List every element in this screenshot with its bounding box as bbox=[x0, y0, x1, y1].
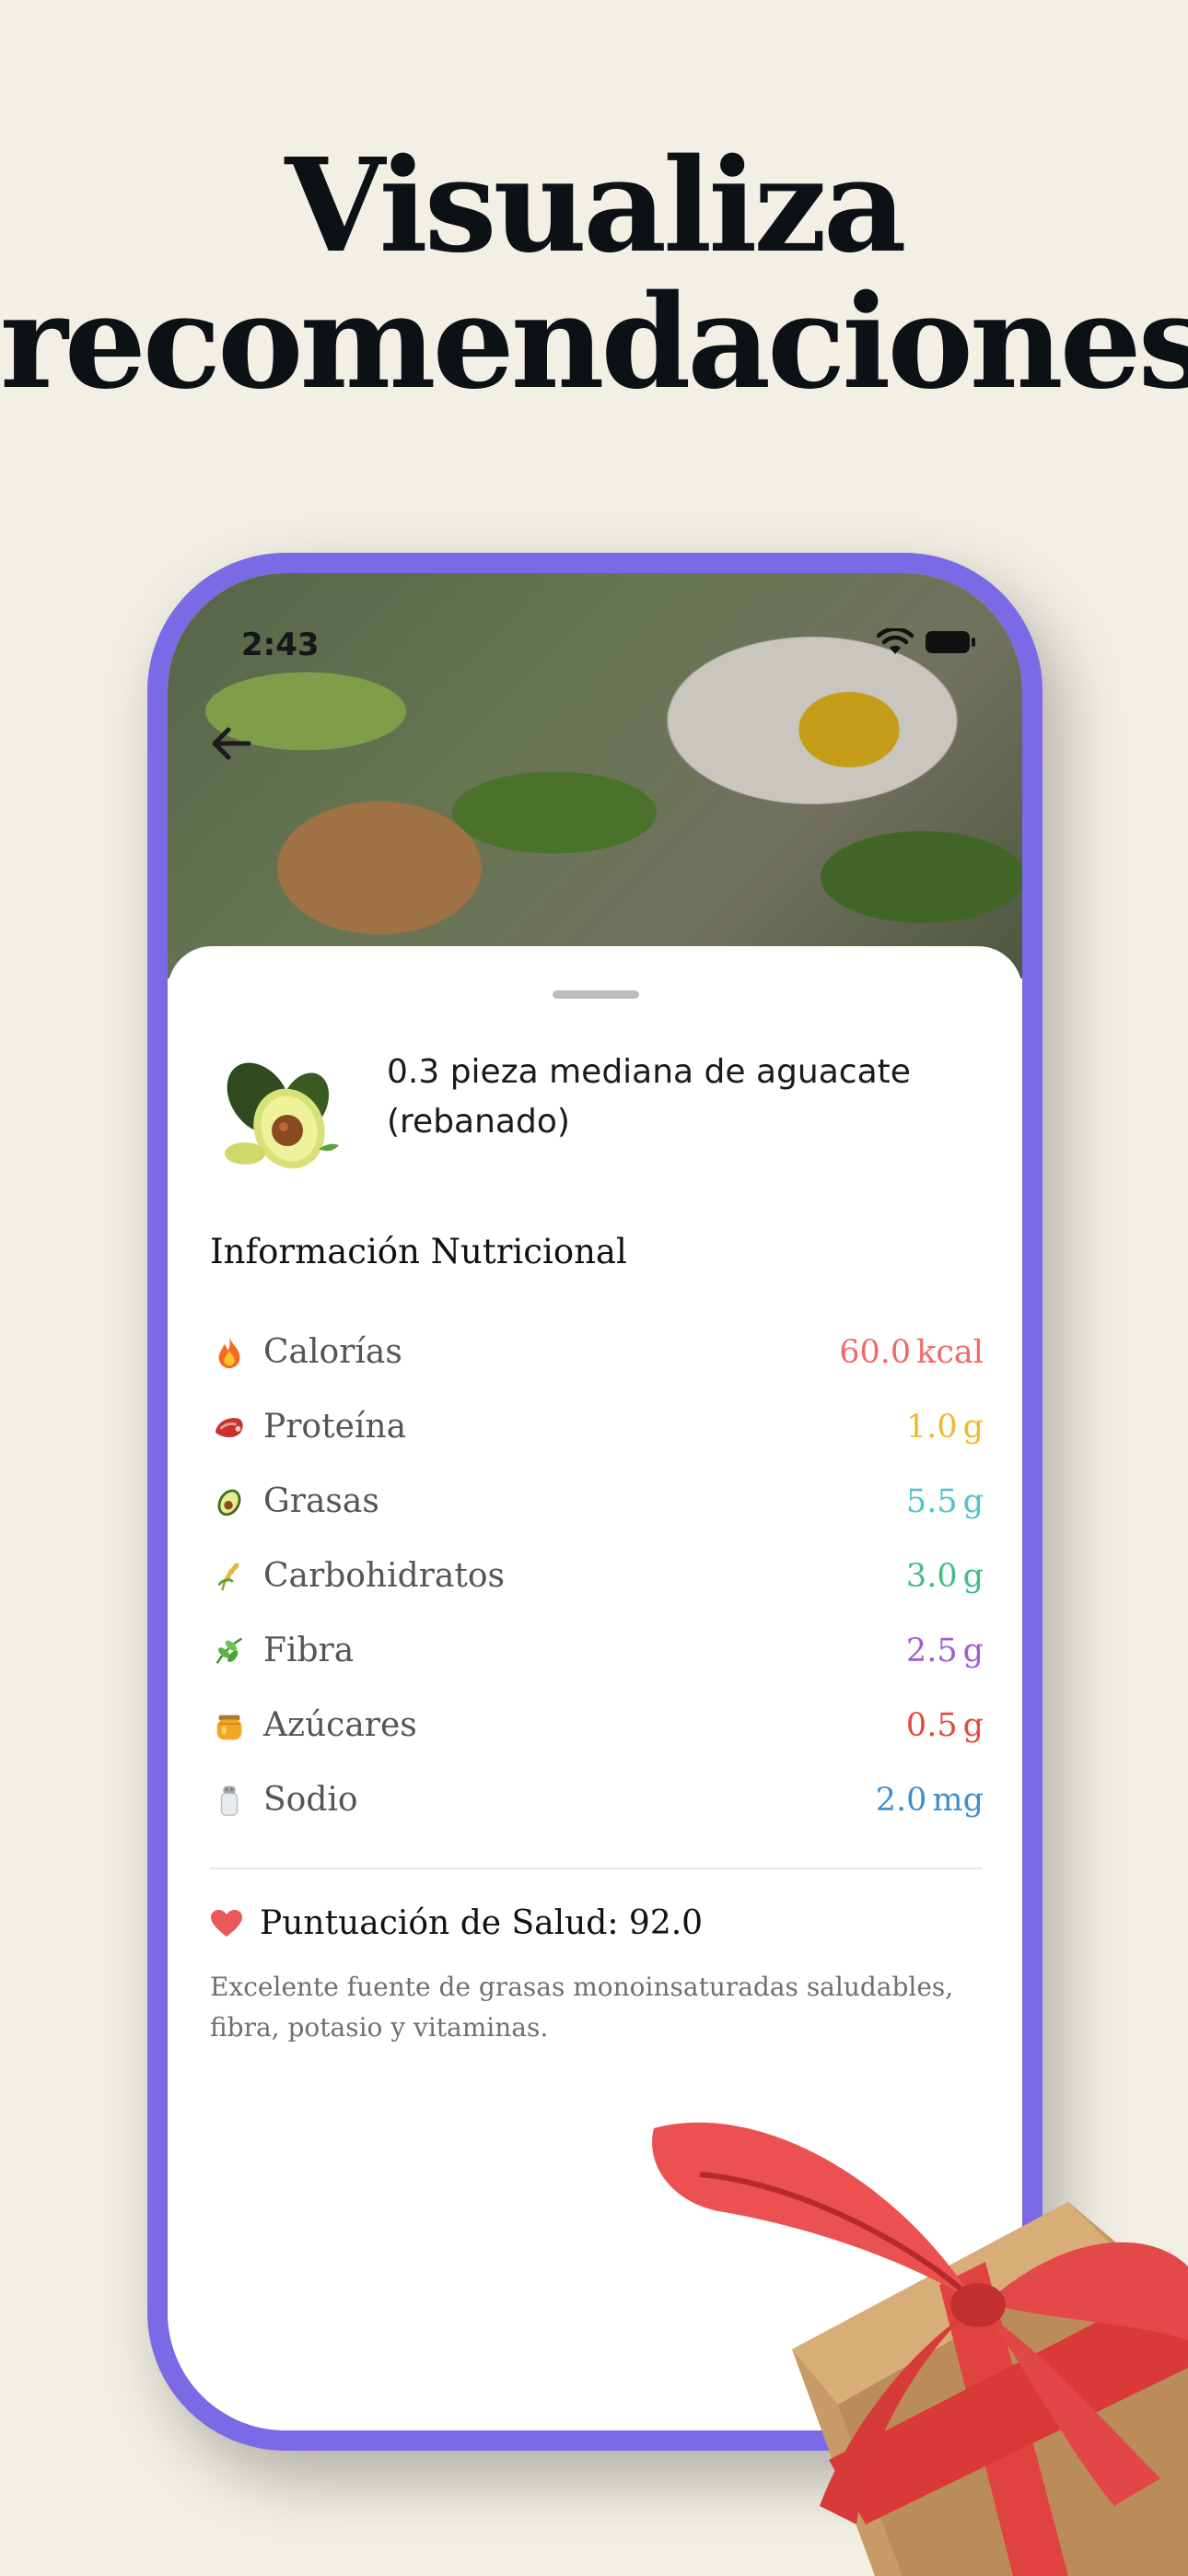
nutrient-label: Sodio bbox=[263, 1781, 358, 1819]
health-score-text: Puntuación de Salud: 92.0 bbox=[260, 1904, 704, 1942]
nutrition-row: Grasas 5.5 g bbox=[210, 1464, 984, 1539]
status-time: 2:43 bbox=[241, 626, 320, 663]
nutrition-row: Azúcares 0.5 g bbox=[210, 1688, 984, 1762]
nutrient-value: 60.0 kcal bbox=[839, 1334, 984, 1371]
health-description: Excelente fuente de grasas monoinsaturad… bbox=[210, 1972, 954, 2043]
nutrient-amount: 2.0 bbox=[875, 1781, 927, 1819]
gift-box-icon bbox=[652, 2122, 1188, 2576]
nutrition-row-left: Azúcares bbox=[210, 1706, 417, 1745]
nutrition-row-left: Proteína bbox=[210, 1408, 406, 1446]
nutrition-row-left: Fibra bbox=[210, 1632, 354, 1670]
nutrient-label: Proteína bbox=[263, 1408, 407, 1446]
nutrition-row-left: Carbohidratos bbox=[210, 1557, 505, 1596]
nutrient-amount: 2.5 bbox=[905, 1632, 958, 1669]
meat-icon bbox=[210, 1408, 249, 1446]
nutrient-value: 2.0 mg bbox=[876, 1782, 984, 1819]
battery-icon bbox=[926, 631, 975, 653]
arrow-left-icon[interactable] bbox=[199, 711, 263, 776]
fire-icon bbox=[210, 1333, 249, 1372]
nutrition-row-left: Calorías bbox=[210, 1333, 402, 1372]
nutrient-value: 2.5 g bbox=[906, 1633, 984, 1669]
status-icons bbox=[877, 628, 976, 656]
divider bbox=[210, 1868, 982, 1869]
nutrient-value: 5.5 g bbox=[906, 1483, 984, 1520]
nutrition-row-left: Grasas bbox=[210, 1482, 379, 1521]
nutrition-row: Sodio 2.0 mg bbox=[210, 1762, 984, 1837]
nutrient-amount: 0.5 bbox=[905, 1706, 958, 1744]
nutrition-row: Proteína 1.0 g bbox=[210, 1389, 984, 1464]
nutrient-amount: 1.0 bbox=[905, 1408, 958, 1446]
nutrient-unit: mg bbox=[932, 1781, 984, 1819]
health-score: Puntuación de Salud: 92.0 bbox=[210, 1904, 703, 1942]
nutrition-row: Calorías 60.0 kcal bbox=[210, 1315, 984, 1389]
avocado-icon bbox=[210, 1482, 249, 1521]
nutrient-value: 0.5 g bbox=[906, 1707, 984, 1744]
headline: Visualiza recomendaciones bbox=[0, 138, 1188, 411]
nutrient-label: Fibra bbox=[263, 1632, 355, 1669]
nutrient-unit: g bbox=[962, 1408, 984, 1446]
nutrition-title: Información Nutricional bbox=[210, 1232, 627, 1271]
nutrient-label: Azúcares bbox=[263, 1706, 417, 1744]
nutrition-row-left: Sodio bbox=[210, 1781, 358, 1820]
sheet-grabber[interactable] bbox=[553, 990, 639, 999]
nutrient-amount: 60.0 bbox=[839, 1333, 912, 1371]
headline-line-2: recomendaciones bbox=[0, 267, 1188, 418]
nutrient-unit: g bbox=[962, 1482, 984, 1520]
nutrient-amount: 5.5 bbox=[905, 1482, 958, 1520]
nutrient-unit: g bbox=[962, 1632, 984, 1669]
nutrient-label: Grasas bbox=[263, 1482, 379, 1520]
nutrient-label: Calorías bbox=[263, 1333, 402, 1371]
nutrient-value: 3.0 g bbox=[906, 1558, 984, 1595]
nutrition-list: Calorías 60.0 kcal Proteína 1.0 g Grasas 5.5 g Ca… bbox=[210, 1315, 984, 1837]
nutrition-row: Fibra 2.5 g bbox=[210, 1613, 984, 1688]
nutrient-unit: g bbox=[962, 1557, 984, 1595]
heart-icon bbox=[211, 1909, 242, 1937]
leaf-icon bbox=[210, 1632, 249, 1670]
nutrient-value: 1.0 g bbox=[906, 1409, 984, 1446]
wifi-icon bbox=[877, 628, 914, 654]
food-title: 0.3 pieza mediana de aguacate (rebanado) bbox=[387, 1053, 911, 1141]
nutrient-label: Carbohidratos bbox=[263, 1557, 505, 1595]
wheat-icon bbox=[210, 1557, 249, 1596]
headline-line-1: Visualiza bbox=[285, 131, 906, 282]
nutrition-row: Carbohidratos 3.0 g bbox=[210, 1539, 984, 1613]
avocado-icon bbox=[225, 1062, 339, 1169]
honey-icon bbox=[210, 1706, 249, 1745]
nutrient-unit: kcal bbox=[916, 1333, 984, 1371]
nutrient-unit: g bbox=[962, 1706, 984, 1744]
nutrient-amount: 3.0 bbox=[905, 1557, 958, 1595]
salt-icon bbox=[210, 1781, 249, 1820]
